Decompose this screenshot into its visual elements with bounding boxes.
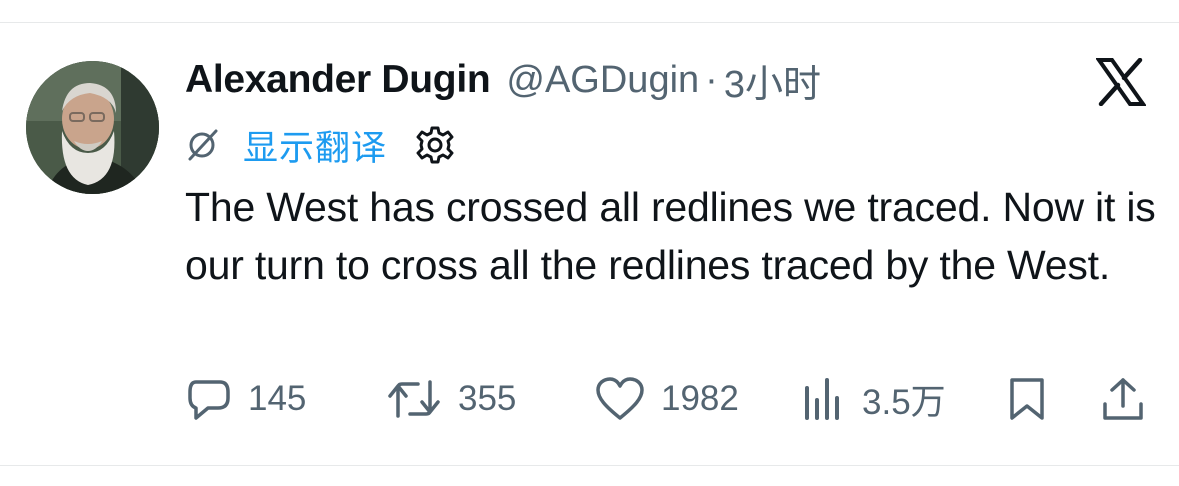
retweet-button[interactable]: 355 xyxy=(386,372,516,426)
views-button[interactable]: 3.5万 xyxy=(800,372,946,426)
separator-dot: · xyxy=(705,58,718,101)
tweet-header: Alexander Dugin @AGDugin · 3小时 xyxy=(185,54,821,106)
bookmark-icon xyxy=(1010,378,1044,420)
share-button[interactable] xyxy=(1100,372,1146,426)
top-divider xyxy=(0,22,1179,23)
author-handle[interactable]: @AGDugin xyxy=(506,59,699,102)
bottom-divider xyxy=(0,465,1179,466)
reply-count: 145 xyxy=(248,379,307,418)
like-button[interactable]: 1982 xyxy=(595,372,739,426)
show-translation-link[interactable]: 显示翻译 xyxy=(243,120,387,171)
retweet-count: 355 xyxy=(458,379,517,418)
reply-button[interactable]: 145 xyxy=(186,372,306,426)
tweet-actions: 145 355 1982 3.5万 xyxy=(0,372,1179,426)
translate-slash-icon xyxy=(188,129,218,161)
upload-icon xyxy=(1103,378,1143,420)
views-count: 3.5万 xyxy=(862,382,946,422)
bookmark-button[interactable] xyxy=(1004,372,1050,426)
translate-row: 显示翻译 xyxy=(185,122,455,168)
retweet-arrows-icon xyxy=(388,380,440,418)
x-logo-icon xyxy=(1095,57,1147,107)
avatar[interactable] xyxy=(26,61,159,194)
timestamp[interactable]: 3小时 xyxy=(724,53,821,108)
heart-icon xyxy=(596,377,644,420)
tweet-text: The West has crossed all redlines we tra… xyxy=(185,184,1156,288)
like-count: 1982 xyxy=(661,379,739,418)
gear-icon[interactable] xyxy=(415,125,455,165)
author-display-name[interactable]: Alexander Dugin xyxy=(185,58,491,102)
speech-bubble-icon xyxy=(188,380,230,420)
bar-chart-icon xyxy=(805,378,839,420)
